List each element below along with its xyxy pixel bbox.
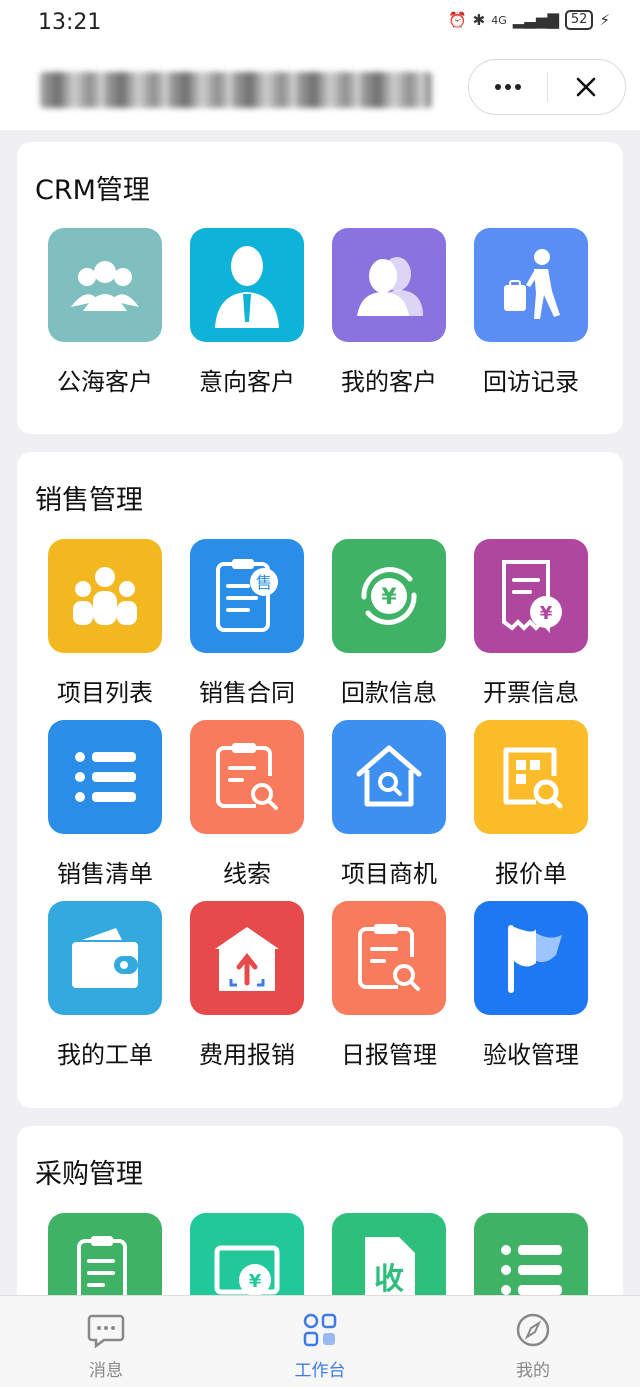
tile-label: 回款信息 bbox=[341, 679, 437, 707]
compass-icon bbox=[513, 1310, 553, 1350]
charging-icon: ⚡ bbox=[599, 11, 610, 29]
tile-daily-report[interactable]: 日报管理 bbox=[317, 901, 461, 1070]
tile-invoice-info[interactable]: ¥ 开票信息 bbox=[459, 539, 603, 708]
tile-sales-list[interactable]: 销售清单 bbox=[33, 720, 177, 889]
section-title: 销售管理 bbox=[35, 485, 143, 516]
upload-box-icon bbox=[190, 901, 304, 1015]
tab-label: 消息 bbox=[89, 1361, 123, 1381]
tile-quotation[interactable]: 报价单 bbox=[459, 720, 603, 889]
walking-traveler-icon bbox=[474, 228, 588, 342]
group-icon bbox=[48, 228, 162, 342]
svg-text:¥: ¥ bbox=[249, 1271, 262, 1292]
title-bar bbox=[0, 48, 640, 130]
status-bar: 13:21 ⏰ ✱ 4G ▂▃▅▇ 52 ⚡ bbox=[0, 0, 640, 48]
tile-leads[interactable]: 线索 bbox=[175, 720, 319, 889]
tile-label: 开票信息 bbox=[483, 679, 579, 707]
close-icon bbox=[576, 77, 596, 97]
signal-icon: ▂▃▅▇ bbox=[512, 11, 559, 29]
tab-label: 工作台 bbox=[294, 1361, 346, 1381]
more-button[interactable] bbox=[469, 60, 547, 114]
svg-text:¥: ¥ bbox=[381, 585, 397, 610]
tile-label: 日报管理 bbox=[341, 1041, 437, 1069]
section-sales: 销售管理 项目列表 售 销售合同 ¥ 回款信息 ¥ 开票信息 销售清单 线索 项… bbox=[17, 452, 623, 1108]
blurred-page-title bbox=[40, 72, 432, 108]
tile-label: 线索 bbox=[223, 860, 271, 888]
tile-visit-records[interactable]: 回访记录 bbox=[459, 228, 603, 397]
house-search-icon bbox=[332, 720, 446, 834]
svg-text:¥: ¥ bbox=[540, 603, 553, 624]
tile-label: 销售合同 bbox=[199, 679, 295, 707]
chat-icon bbox=[86, 1310, 126, 1350]
flag-icon bbox=[474, 901, 588, 1015]
list-icon bbox=[48, 720, 162, 834]
tile-label: 费用报销 bbox=[199, 1041, 295, 1069]
network-label: 4G bbox=[491, 13, 507, 27]
status-time: 13:21 bbox=[38, 10, 102, 35]
section-title: 采购管理 bbox=[35, 1159, 143, 1190]
alarm-icon: ⏰ bbox=[447, 11, 467, 29]
tile-label: 公海客户 bbox=[57, 368, 153, 396]
bottom-tab-bar: 消息 工作台 我的 bbox=[0, 1295, 640, 1387]
section-crm: CRM管理 公海客户 意向客户 我的客户 回访记录 bbox=[17, 142, 623, 434]
yuan-refresh-icon: ¥ bbox=[332, 539, 446, 653]
tile-payment-info[interactable]: ¥ 回款信息 bbox=[317, 539, 461, 708]
bluetooth-icon: ✱ bbox=[472, 11, 486, 29]
tab-messages[interactable]: 消息 bbox=[46, 1310, 166, 1381]
tile-expense-reimbursement[interactable]: 费用报销 bbox=[175, 901, 319, 1070]
tile-intent-customers[interactable]: 意向客户 bbox=[175, 228, 319, 397]
workbench-icon bbox=[300, 1310, 340, 1350]
businessman-icon bbox=[190, 228, 304, 342]
tile-label: 销售清单 bbox=[57, 860, 153, 888]
tile-opportunities[interactable]: 项目商机 bbox=[317, 720, 461, 889]
tab-workbench[interactable]: 工作台 bbox=[260, 1310, 380, 1381]
wallet-icon bbox=[48, 901, 162, 1015]
users-icon bbox=[332, 228, 446, 342]
tile-label: 报价单 bbox=[495, 860, 567, 888]
tile-acceptance[interactable]: 验收管理 bbox=[459, 901, 603, 1070]
tile-label: 验收管理 bbox=[483, 1041, 579, 1069]
clipboard-search-icon bbox=[332, 901, 446, 1015]
battery-icon: 52 bbox=[564, 10, 594, 30]
tab-label: 我的 bbox=[516, 1361, 550, 1381]
tile-public-customers[interactable]: 公海客户 bbox=[33, 228, 177, 397]
team-icon bbox=[48, 539, 162, 653]
tile-my-work-orders[interactable]: 我的工单 bbox=[33, 901, 177, 1070]
svg-text:收: 收 bbox=[374, 1262, 404, 1297]
tile-label: 回访记录 bbox=[483, 368, 579, 396]
contract-clipboard-icon: 售 bbox=[190, 539, 304, 653]
tile-label: 项目列表 bbox=[57, 679, 153, 707]
mini-program-capsule bbox=[468, 59, 626, 115]
invoice-icon: ¥ bbox=[474, 539, 588, 653]
tile-label: 我的工单 bbox=[57, 1041, 153, 1069]
tab-mine[interactable]: 我的 bbox=[473, 1310, 593, 1381]
section-title: CRM管理 bbox=[35, 175, 150, 206]
tile-project-list[interactable]: 项目列表 bbox=[33, 539, 177, 708]
tile-label: 项目商机 bbox=[341, 860, 437, 888]
status-icons: ⏰ ✱ 4G ▂▃▅▇ 52 ⚡ bbox=[448, 10, 610, 30]
close-button[interactable] bbox=[548, 60, 626, 114]
tile-my-customers[interactable]: 我的客户 bbox=[317, 228, 461, 397]
clipboard-search-icon bbox=[190, 720, 304, 834]
tile-label: 意向客户 bbox=[199, 368, 295, 396]
grid-search-icon bbox=[474, 720, 588, 834]
tile-label: 我的客户 bbox=[341, 368, 437, 396]
tile-sales-contract[interactable]: 售 销售合同 bbox=[175, 539, 319, 708]
svg-text:售: 售 bbox=[256, 573, 272, 592]
more-dots-icon bbox=[494, 84, 521, 90]
